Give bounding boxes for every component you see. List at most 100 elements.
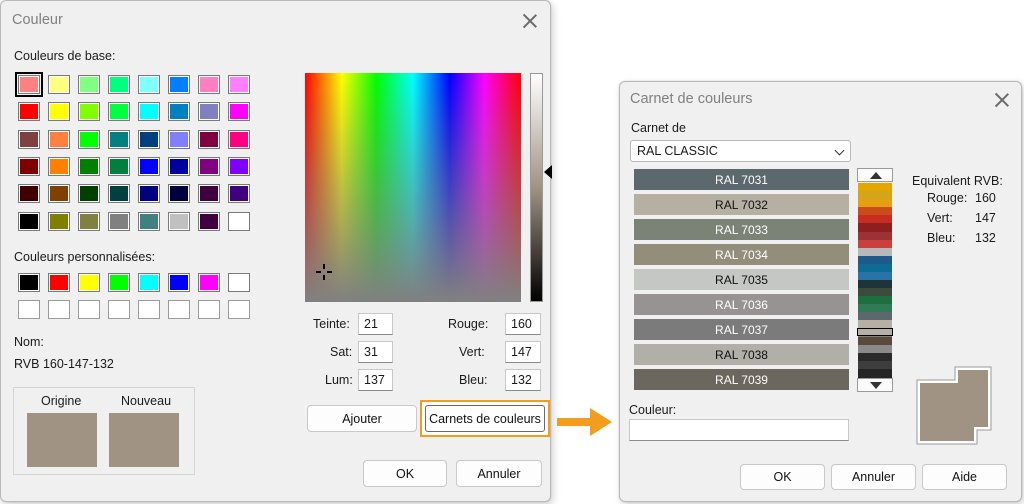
base-color-swatch[interactable] — [198, 211, 220, 231]
base-color-swatch[interactable] — [198, 102, 220, 122]
ral-list-item[interactable]: RAL 7032 — [634, 194, 849, 215]
base-color-swatch[interactable] — [48, 156, 70, 176]
base-color-swatch[interactable] — [108, 129, 130, 149]
base-color-swatch[interactable] — [18, 129, 40, 149]
base-color-swatch[interactable] — [48, 184, 70, 204]
ral-list-item-label: RAL 7039 — [715, 372, 768, 387]
color-strip-band[interactable] — [858, 368, 892, 378]
book-select[interactable]: RAL CLASSIC — [630, 140, 851, 162]
custom-color-swatch[interactable] — [18, 273, 40, 292]
ral-list-item[interactable]: RAL 7036 — [634, 294, 849, 315]
base-color-swatch[interactable] — [228, 102, 250, 122]
base-color-swatch[interactable] — [198, 184, 220, 204]
base-color-swatch[interactable] — [48, 211, 70, 231]
custom-color-swatch[interactable] — [48, 273, 70, 292]
custom-color-swatch[interactable] — [108, 300, 130, 319]
base-color-swatch[interactable] — [168, 211, 190, 231]
base-color-swatch[interactable] — [18, 102, 40, 122]
base-color-swatch[interactable] — [228, 156, 250, 176]
base-color-swatch[interactable] — [108, 184, 130, 204]
custom-color-swatch[interactable] — [198, 273, 220, 292]
color-spectrum[interactable] — [305, 73, 521, 302]
base-color-swatch[interactable] — [228, 211, 250, 231]
base-color-swatch[interactable] — [18, 184, 40, 204]
base-color-swatch[interactable] — [108, 102, 130, 122]
base-color-swatch[interactable] — [108, 211, 130, 231]
lum-input[interactable]: 137 — [358, 369, 393, 391]
ral-list-item[interactable]: RAL 7039 — [634, 369, 849, 390]
color-label: Couleur: — [629, 403, 677, 417]
base-color-swatch[interactable] — [48, 75, 70, 94]
base-color-swatch[interactable] — [228, 129, 250, 149]
close-icon[interactable] — [521, 12, 539, 30]
custom-color-swatch[interactable] — [228, 300, 250, 319]
base-color-swatch[interactable] — [48, 102, 70, 122]
base-color-swatch[interactable] — [198, 75, 220, 94]
help-button[interactable]: Aide — [922, 464, 1007, 490]
custom-color-swatch[interactable] — [48, 300, 70, 319]
red-input[interactable]: 160 — [505, 313, 541, 335]
base-color-swatch[interactable] — [228, 75, 250, 94]
base-color-swatch[interactable] — [108, 75, 130, 94]
cancel-button[interactable]: Annuler — [831, 464, 916, 490]
custom-color-swatch[interactable] — [18, 300, 40, 319]
ral-list-item[interactable]: RAL 7031 — [634, 169, 849, 190]
custom-color-swatch[interactable] — [168, 300, 190, 319]
base-color-swatch[interactable] — [198, 129, 220, 149]
base-color-swatch[interactable] — [78, 75, 100, 94]
dialog-title: Carnet de couleurs — [630, 91, 753, 107]
custom-color-swatch[interactable] — [168, 273, 190, 292]
add-button[interactable]: Ajouter — [307, 405, 417, 432]
ral-list-item[interactable]: RAL 7037 — [634, 319, 849, 340]
custom-color-swatch[interactable] — [78, 273, 100, 292]
ral-list-item[interactable]: RAL 7038 — [634, 344, 849, 365]
base-color-swatch[interactable] — [138, 156, 160, 176]
custom-color-swatch[interactable] — [198, 300, 220, 319]
scroll-up-button[interactable] — [857, 168, 893, 182]
base-color-swatch[interactable] — [138, 211, 160, 231]
custom-color-swatch[interactable] — [108, 273, 130, 292]
scroll-down-button[interactable] — [857, 378, 893, 392]
ral-list-item[interactable]: RAL 7034 — [634, 244, 849, 265]
base-color-swatch[interactable] — [168, 156, 190, 176]
blue-input[interactable]: 132 — [505, 369, 541, 391]
base-color-swatch[interactable] — [198, 156, 220, 176]
base-color-swatch[interactable] — [108, 156, 130, 176]
luminance-bar[interactable] — [530, 73, 543, 302]
base-color-swatch[interactable] — [78, 211, 100, 231]
close-icon[interactable] — [993, 91, 1011, 109]
base-color-swatch[interactable] — [138, 102, 160, 122]
base-color-swatch[interactable] — [18, 211, 40, 231]
hue-input[interactable]: 21 — [358, 313, 393, 335]
base-color-swatch[interactable] — [78, 129, 100, 149]
base-color-swatch[interactable] — [228, 184, 250, 204]
custom-color-swatch[interactable] — [78, 300, 100, 319]
green-input[interactable]: 147 — [505, 341, 541, 363]
base-color-swatch[interactable] — [78, 184, 100, 204]
base-color-swatch[interactable] — [168, 129, 190, 149]
luminance-arrow-icon[interactable] — [544, 165, 552, 179]
ral-list-item[interactable]: RAL 7035 — [634, 269, 849, 290]
sat-input[interactable]: 31 — [358, 341, 393, 363]
base-color-swatch[interactable] — [78, 102, 100, 122]
cancel-button[interactable]: Annuler — [456, 460, 542, 487]
color-palettes-button[interactable]: Carnets de couleurs — [420, 400, 550, 437]
base-color-swatch[interactable] — [138, 75, 160, 94]
custom-color-swatch[interactable] — [138, 273, 160, 292]
base-color-swatch[interactable] — [138, 129, 160, 149]
ok-button[interactable]: OK — [363, 460, 447, 487]
base-color-swatch[interactable] — [168, 75, 190, 94]
base-color-swatch[interactable] — [15, 72, 43, 97]
custom-color-swatch[interactable] — [228, 273, 250, 292]
color-input[interactable] — [629, 419, 849, 441]
ok-button[interactable]: OK — [740, 464, 825, 490]
base-color-swatch[interactable] — [78, 156, 100, 176]
base-color-swatch[interactable] — [168, 102, 190, 122]
base-color-swatch[interactable] — [168, 184, 190, 204]
base-color-swatch[interactable] — [48, 129, 70, 149]
ral-list-item[interactable]: RAL 7033 — [634, 219, 849, 240]
base-color-swatch[interactable] — [18, 156, 40, 176]
custom-color-swatch[interactable] — [138, 300, 160, 319]
base-color-swatch[interactable] — [138, 184, 160, 204]
book-select-value: RAL CLASSIC — [637, 144, 718, 158]
